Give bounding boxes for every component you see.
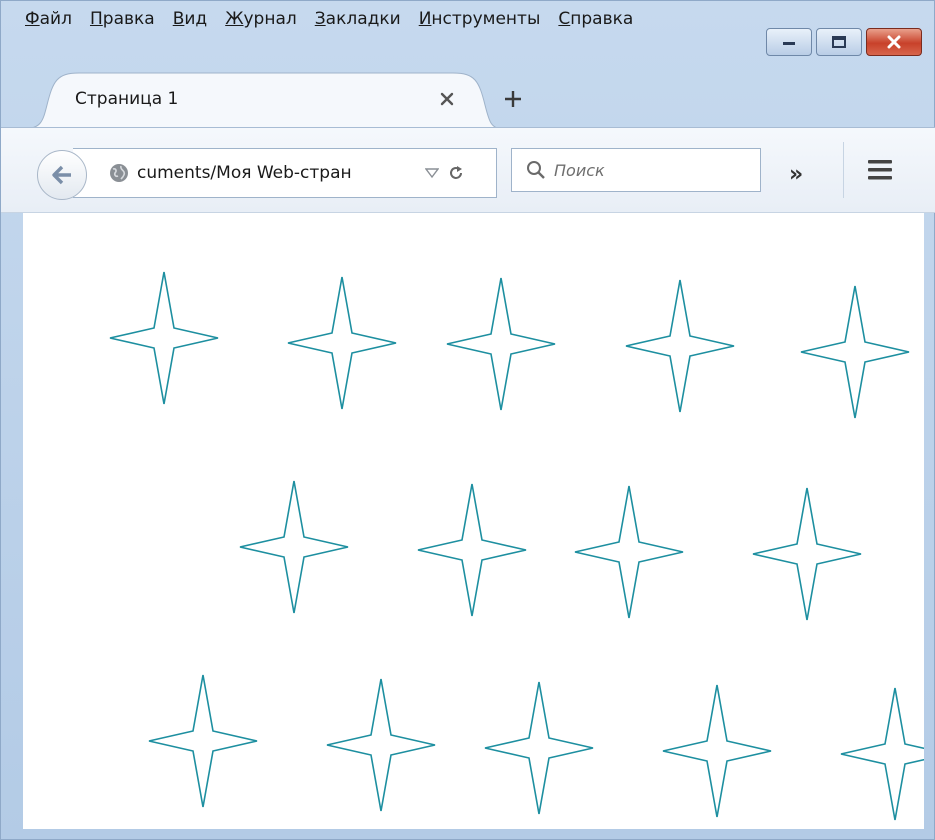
url-bar[interactable]: cuments/Моя Web-стран: [73, 148, 497, 198]
minimize-button[interactable]: [766, 28, 812, 56]
star-shape-7: [417, 483, 527, 617]
back-arrow-icon: [52, 165, 71, 185]
page-content: [23, 213, 924, 829]
tab-close-button[interactable]: [437, 89, 457, 109]
stars-canvas: [109, 271, 924, 821]
star-shape-9: [752, 487, 862, 621]
menu-tools[interactable]: Инструменты: [419, 9, 541, 35]
star-shape-14: [840, 687, 924, 821]
url-text: cuments/Моя Web-стран: [137, 163, 352, 183]
tab-title: Страница 1: [75, 89, 179, 109]
menu-history[interactable]: Журнал: [225, 9, 297, 35]
maximize-icon: [832, 36, 846, 48]
globe-icon: [110, 164, 128, 182]
tab-page-1[interactable]: Страница 1: [23, 71, 503, 129]
reload-icon[interactable]: [447, 164, 465, 182]
close-icon: [440, 92, 454, 106]
menu-bookmarks[interactable]: Закладки: [315, 9, 401, 35]
search-placeholder: Поиск: [554, 160, 605, 180]
menu-view[interactable]: Вид: [173, 9, 207, 35]
star-shape-11: [326, 678, 436, 812]
menu-help[interactable]: Справка: [558, 9, 633, 35]
star-shape-10: [148, 674, 258, 808]
menu-bar: Файл Правка Вид Журнал Закладки Инструме…: [25, 9, 633, 35]
triangle-down-icon[interactable]: [425, 167, 439, 179]
back-button[interactable]: [37, 150, 87, 200]
close-icon: [887, 35, 901, 49]
tab-strip: Страница 1: [1, 71, 935, 129]
star-shape-12: [484, 681, 594, 815]
star-shape-4: [625, 279, 735, 413]
star-shape-13: [662, 684, 772, 818]
hamburger-icon[interactable]: [867, 158, 893, 182]
search-icon: [527, 161, 545, 179]
star-shape-5: [800, 285, 910, 419]
menu-file[interactable]: Файл: [25, 9, 72, 35]
star-shape-2: [287, 276, 397, 410]
search-box[interactable]: Поиск: [511, 148, 761, 192]
star-shape-1: [109, 271, 219, 405]
menu-edit[interactable]: Правка: [90, 9, 155, 35]
toolbar-separator: [843, 142, 844, 198]
close-window-button[interactable]: [866, 28, 922, 56]
minimize-icon: [783, 42, 795, 45]
plus-icon: [505, 91, 521, 107]
window-controls: [766, 28, 922, 56]
new-tab-button[interactable]: [501, 87, 525, 111]
star-shape-3: [446, 277, 556, 411]
navigation-toolbar: cuments/Моя Web-стран Поиск »: [1, 127, 935, 213]
browser-window: Файл Правка Вид Журнал Закладки Инструме…: [0, 0, 935, 840]
maximize-button[interactable]: [816, 28, 862, 56]
star-shape-6: [239, 480, 349, 614]
toolbar-overflow-button[interactable]: »: [789, 162, 803, 187]
star-shape-8: [574, 485, 684, 619]
